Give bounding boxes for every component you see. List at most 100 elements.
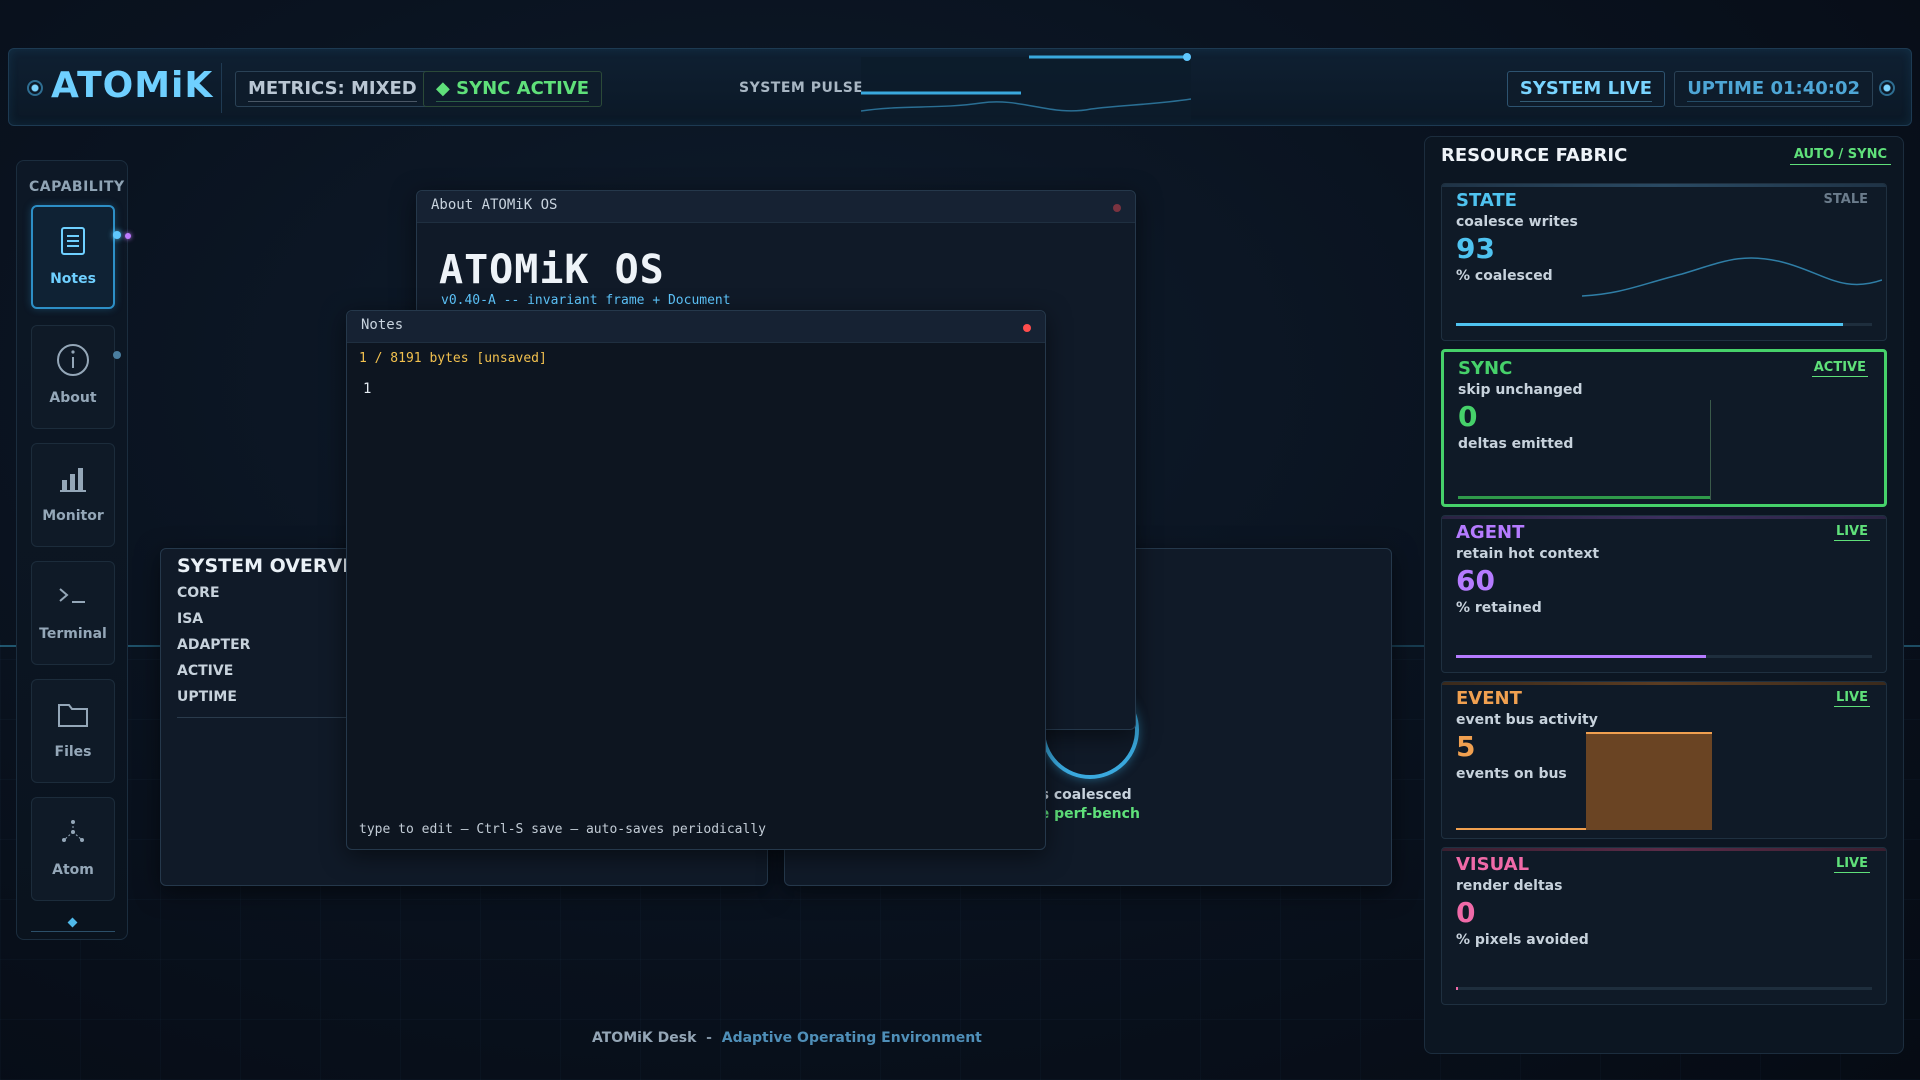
system-pulse-graph (861, 53, 1191, 123)
indicator-dot (113, 351, 121, 359)
sidebar-item-files[interactable]: Files (31, 679, 115, 783)
tagline-description: Adaptive Operating Environment (721, 1030, 982, 1046)
sidebar-title: CAPABILITY (29, 179, 125, 195)
card-value: 5 (1456, 730, 1476, 763)
about-heading: ATOMiK OS (439, 247, 665, 293)
window-title: Notes (361, 317, 404, 333)
resource-fabric-panel: RESOURCE FABRIC AUTO / SYNC STATE STALE … (1424, 136, 1904, 1054)
atom-icon (32, 814, 114, 850)
about-version: v0.40-A -- invariant frame + Document (441, 293, 731, 308)
notes-editor[interactable] (357, 373, 1035, 809)
metrics-chip[interactable]: METRICS: MIXED (235, 71, 430, 107)
card-name: EVENT (1456, 688, 1522, 709)
system-live-chip[interactable]: SYSTEM LIVE (1506, 71, 1665, 107)
capability-sidebar: CAPABILITY Notes About Monitor Terminal … (16, 160, 131, 940)
sidebar-item-terminal[interactable]: Terminal (31, 561, 115, 665)
close-icon[interactable] (1113, 204, 1121, 212)
notes-footer-hint: type to edit – Ctrl-S save – auto-saves … (359, 822, 766, 837)
sidebar-footer-rule (31, 931, 115, 932)
info-icon (32, 342, 114, 378)
settings-dot-icon[interactable] (1879, 80, 1895, 96)
progress-track (1456, 323, 1872, 326)
status-dot-icon (27, 80, 43, 96)
status-badge: STALE (1823, 192, 1868, 207)
auto-sync-badge[interactable]: AUTO / SYNC (1789, 147, 1891, 165)
overview-row-active: ACTIVE (177, 663, 234, 679)
event-bus-bar (1586, 732, 1712, 830)
status-badge: ACTIVE (1811, 360, 1868, 377)
fabric-card-event[interactable]: EVENT LIVE event bus activity 5 events o… (1441, 681, 1887, 839)
card-value: 60 (1456, 564, 1495, 597)
card-subtitle: render deltas (1456, 878, 1563, 894)
bar-chart-icon (32, 460, 114, 496)
progress-fill (1456, 987, 1458, 990)
card-unit: events on bus (1456, 766, 1567, 782)
event-baseline (1456, 828, 1586, 830)
card-subtitle: event bus activity (1456, 712, 1598, 728)
resource-fabric-title: RESOURCE FABRIC (1441, 145, 1628, 166)
sidebar-item-label: Monitor (42, 508, 104, 524)
sync-status-chip[interactable]: ◆ SYNC ACTIVE (423, 71, 602, 107)
status-badge: LIVE (1833, 524, 1870, 541)
card-value: 0 (1458, 400, 1478, 433)
close-icon[interactable] (1023, 324, 1031, 332)
uptime-chip: UPTIME 01:40:02 (1674, 71, 1873, 107)
progress-fill (1456, 323, 1843, 326)
card-top-glow (1442, 848, 1886, 851)
progress-fill (1456, 655, 1706, 658)
card-top-glow (1442, 516, 1886, 519)
card-unit: % coalesced (1456, 268, 1553, 284)
brand-logo: ATOMiK (51, 65, 214, 106)
about-titlebar[interactable]: About ATOMiK OS (417, 191, 1135, 223)
chart-marker-line (1710, 400, 1711, 500)
sidebar-item-notes[interactable]: Notes (31, 205, 115, 309)
card-top-glow (1442, 184, 1886, 187)
notes-icon (33, 223, 113, 259)
card-top-glow (1442, 682, 1886, 685)
card-subtitle: skip unchanged (1458, 382, 1583, 398)
card-name: VISUAL (1456, 854, 1530, 875)
sidebar-item-label: About (49, 390, 97, 406)
card-name: AGENT (1456, 522, 1525, 543)
window-title: About ATOMiK OS (431, 197, 558, 213)
notes-titlebar[interactable]: Notes (347, 311, 1045, 343)
card-unit: deltas emitted (1458, 436, 1574, 452)
desk-tagline: ATOMiK Desk - Adaptive Operating Environ… (592, 1030, 982, 1046)
notes-status: 1 / 8191 bytes [unsaved] (359, 351, 547, 366)
terminal-icon (32, 578, 114, 614)
notes-window[interactable]: Notes 1 / 8191 bytes [unsaved] type to e… (346, 310, 1046, 850)
card-unit: % pixels avoided (1456, 932, 1589, 948)
fabric-card-agent[interactable]: AGENT LIVE retain hot context 60 % retai… (1441, 515, 1887, 673)
sidebar-item-atom[interactable]: Atom (31, 797, 115, 901)
card-value: 0 (1456, 896, 1476, 929)
overview-row-adapter: ADAPTER (177, 637, 251, 653)
fabric-card-state[interactable]: STATE STALE coalesce writes 93 % coalesc… (1441, 183, 1887, 341)
sidebar-item-label: Notes (50, 271, 96, 287)
card-subtitle: coalesce writes (1456, 214, 1578, 230)
active-indicator-dot (113, 231, 121, 239)
sparkline (1582, 257, 1882, 297)
fabric-card-sync[interactable]: SYNC ACTIVE skip unchanged 0 deltas emit… (1441, 349, 1887, 507)
folder-icon (32, 696, 114, 732)
baseline-bar (1458, 496, 1710, 499)
sidebar-item-monitor[interactable]: Monitor (31, 443, 115, 547)
card-unit: % retained (1456, 600, 1542, 616)
tagline-separator: - (706, 1030, 712, 1046)
system-pulse-label: SYSTEM PULSE (739, 80, 864, 96)
card-subtitle: retain hot context (1456, 546, 1600, 562)
card-value: 93 (1456, 232, 1495, 265)
overview-row-isa: ISA (177, 611, 204, 627)
divider (221, 63, 222, 113)
card-name: STATE (1456, 190, 1517, 211)
sidebar-item-about[interactable]: About (31, 325, 115, 429)
progress-track (1456, 655, 1872, 658)
active-indicator-dot (125, 233, 131, 239)
fabric-card-visual[interactable]: VISUAL LIVE render deltas 0 % pixels avo… (1441, 847, 1887, 1005)
sidebar-item-label: Files (54, 744, 92, 760)
overview-row-core: CORE (177, 585, 220, 601)
sidebar-item-label: Atom (52, 862, 94, 878)
top-bar: ATOMiK METRICS: MIXED ◆ SYNC ACTIVE SYST… (8, 48, 1912, 126)
sidebar-item-label: Terminal (39, 626, 107, 642)
overview-row-uptime: UPTIME (177, 689, 237, 705)
status-badge: LIVE (1833, 690, 1870, 707)
